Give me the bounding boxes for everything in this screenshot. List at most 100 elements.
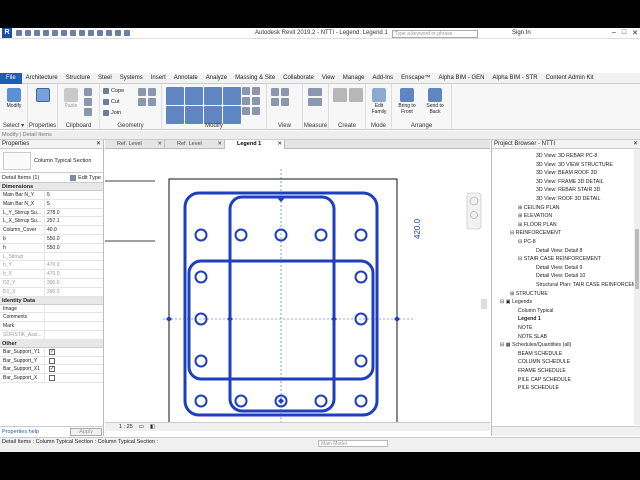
browser-item[interactable]: Legend 1: [518, 316, 541, 322]
array-icon[interactable]: [252, 87, 260, 95]
hide-icon[interactable]: [271, 88, 279, 96]
browser-item[interactable]: ⊟ REINFORCEMENT: [510, 230, 561, 236]
paint-icon[interactable]: [148, 88, 156, 96]
minimize-icon[interactable]: –: [612, 29, 616, 37]
canvas-scrollbar[interactable]: [481, 299, 487, 309]
paste-button[interactable]: Paste: [60, 88, 82, 109]
properties-section-header[interactable]: Dimensions: [0, 183, 103, 191]
ribbon-tab-massing-site[interactable]: Massing & Site: [231, 75, 279, 81]
view-tab[interactable]: Legend 1 ✕: [225, 140, 285, 149]
property-value[interactable]: 550.0: [44, 243, 103, 252]
browser-item[interactable]: ⊟ PC-8: [518, 239, 536, 245]
join-button[interactable]: Join: [103, 110, 121, 116]
split-face-icon[interactable]: [138, 88, 146, 96]
browser-item[interactable]: NOTE: [518, 325, 532, 331]
property-value[interactable]: [44, 330, 103, 339]
browser-item[interactable]: FRAME SCHEDULE: [518, 368, 566, 374]
property-checkbox[interactable]: ✓: [49, 366, 55, 373]
revit-logo[interactable]: R: [2, 28, 12, 38]
bring-to-front-button[interactable]: Bring to Front: [396, 88, 418, 115]
browser-item[interactable]: PILE CAP SCHEDULE: [518, 377, 571, 383]
browser-horizontal-scrollbar[interactable]: [492, 426, 640, 436]
browser-item[interactable]: 3D View: 3D REBAR PC-8: [536, 153, 597, 159]
ribbon-tab-annotate[interactable]: Annotate: [170, 75, 202, 81]
ribbon-tab-systems[interactable]: Systems: [116, 75, 147, 81]
property-value[interactable]: 257.1: [44, 217, 103, 226]
undo-icon[interactable]: [43, 30, 49, 36]
browser-item[interactable]: ⊞ CEILING PLAN: [518, 205, 560, 211]
ribbon-tab-enscape[interactable]: Enscape™: [397, 75, 434, 81]
sync-icon[interactable]: [34, 30, 40, 36]
open-icon[interactable]: [16, 30, 22, 36]
save-icon[interactable]: [25, 30, 31, 36]
property-value[interactable]: 278.0: [44, 208, 103, 217]
detail-level-icon[interactable]: ▭: [139, 423, 144, 431]
browser-item[interactable]: 3D View: FRAME 3D DETAIL: [536, 179, 604, 185]
align-icon[interactable]: [166, 87, 184, 105]
offset-icon[interactable]: [185, 87, 203, 105]
sign-in-button[interactable]: Sign In: [512, 30, 531, 36]
ribbon-tab-view[interactable]: View: [318, 75, 339, 81]
unpin-icon[interactable]: [242, 107, 250, 115]
ribbon-tab-content-admin-kit[interactable]: Content Admin Kit: [542, 75, 598, 81]
ribbon-tab-insert[interactable]: Insert: [147, 75, 170, 81]
ribbon-tab-add-ins[interactable]: Add-Ins: [368, 75, 397, 81]
close-hidden-icon[interactable]: [124, 30, 130, 36]
browser-item[interactable]: Column Typical: [518, 308, 553, 314]
create-group-icon[interactable]: [349, 88, 363, 102]
browser-item[interactable]: 3D View: 3D VIEW STRUCTURE: [536, 162, 613, 168]
browser-item[interactable]: Structural Plan: TAIR CASE REINFORCEME: [536, 282, 640, 288]
move-icon[interactable]: [166, 106, 184, 124]
redo-icon[interactable]: [52, 30, 58, 36]
drawing-canvas[interactable]: 420.0: [105, 149, 490, 422]
isolate-icon[interactable]: [281, 98, 289, 106]
property-checkbox[interactable]: ✓: [49, 348, 55, 355]
property-value[interactable]: [44, 374, 103, 382]
property-value[interactable]: ✓: [44, 365, 103, 374]
ribbon-tab-alpha-bim-gen[interactable]: Alpha BIM - GEN: [435, 75, 489, 81]
mirror-draw-icon[interactable]: [223, 87, 241, 105]
demolish-icon[interactable]: [148, 98, 156, 106]
mirror-icon[interactable]: [204, 87, 222, 105]
section-icon[interactable]: [106, 30, 112, 36]
close-icon[interactable]: ✕: [632, 29, 638, 37]
cut-icon[interactable]: [84, 88, 92, 96]
browser-item[interactable]: ⊞ STRUCTURE: [510, 291, 548, 297]
trim-icon[interactable]: [223, 106, 241, 124]
properties-section-header[interactable]: Other: [0, 339, 103, 348]
split-icon[interactable]: [242, 87, 250, 95]
measure-icon[interactable]: [70, 30, 76, 36]
browser-item[interactable]: ⊟ ▣ Legends: [500, 299, 532, 305]
property-checkbox[interactable]: [49, 375, 55, 382]
browser-item[interactable]: NOTE SLAB: [518, 334, 547, 340]
property-value[interactable]: 470.0: [44, 270, 103, 278]
select-group-label[interactable]: Select ▾: [0, 122, 27, 129]
property-value[interactable]: ✓: [44, 347, 103, 356]
ribbon-tab-steel[interactable]: Steel: [94, 75, 116, 81]
close-icon[interactable]: ✕: [96, 140, 101, 149]
close-tab-icon[interactable]: ✕: [277, 140, 282, 149]
match-type-icon[interactable]: [84, 108, 92, 116]
dimension-icon[interactable]: [79, 30, 85, 36]
close-tab-icon[interactable]: ✕: [217, 140, 222, 149]
property-value[interactable]: 5: [44, 199, 103, 208]
ribbon-tab-file[interactable]: File: [0, 72, 22, 84]
ribbon-tab-manage[interactable]: Manage: [339, 75, 369, 81]
browser-item[interactable]: BEAM SCHEDULE: [518, 351, 562, 357]
property-value[interactable]: 470.0: [44, 261, 103, 270]
send-to-back-button[interactable]: Send to Back: [424, 88, 446, 115]
copy-element-icon[interactable]: [185, 106, 203, 124]
property-value[interactable]: [44, 252, 103, 261]
ribbon-tab-alpha-bim-str[interactable]: Alpha BIM - STR: [489, 75, 542, 81]
browser-scrollbar[interactable]: [634, 149, 640, 425]
edit-type-button[interactable]: Edit Type: [70, 174, 101, 181]
property-value[interactable]: 390.0: [44, 278, 103, 287]
close-icon[interactable]: ✕: [633, 140, 638, 149]
ribbon-tab-structure[interactable]: Structure: [62, 75, 94, 81]
scale-icon[interactable]: [242, 97, 250, 105]
thin-lines-icon[interactable]: [115, 30, 121, 36]
browser-item[interactable]: 3D View: BEAM ROOF 3D: [536, 170, 597, 176]
apply-button[interactable]: Apply: [70, 427, 102, 436]
property-value[interactable]: 40.0: [44, 226, 103, 234]
wall-joins-icon[interactable]: [138, 98, 146, 106]
